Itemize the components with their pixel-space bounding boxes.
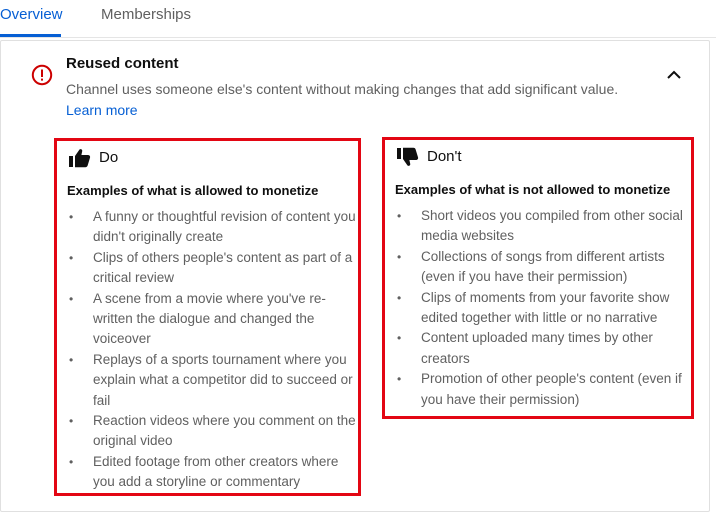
list-item: Content uploaded many times by other cre… [395, 328, 690, 369]
dont-list: Short videos you compiled from other soc… [395, 206, 690, 410]
list-item: Collections of songs from different arti… [395, 247, 690, 288]
do-header: Do [69, 147, 118, 169]
do-heading: Examples of what is allowed to monetize [67, 183, 319, 198]
tab-memberships[interactable]: Memberships [101, 6, 191, 24]
do-label: Do [99, 149, 119, 166]
active-tab-indicator [0, 34, 61, 37]
list-item: Reaction videos where you comment on the… [67, 411, 357, 452]
list-item: Short videos you compiled from other soc… [395, 206, 690, 247]
list-item: A scene from a movie where you've re-wri… [67, 289, 357, 350]
tab-overview[interactable]: Overview [0, 6, 63, 24]
dont-column: Don't Examples of what is not allowed to… [382, 137, 694, 419]
list-item: Promotion of other people's content (eve… [395, 369, 690, 410]
list-item: A funny or thoughtful revision of conten… [67, 207, 357, 248]
error-circle-icon [31, 64, 53, 86]
dont-label: Don't [427, 148, 462, 165]
section-title: Reused content [66, 55, 179, 72]
learn-more-link[interactable]: Learn more [66, 101, 138, 119]
tab-bar: Overview Memberships [0, 0, 716, 38]
chevron-up-icon[interactable] [660, 63, 688, 87]
dont-header: Don't [397, 146, 462, 168]
do-list: A funny or thoughtful revision of conten… [67, 207, 357, 493]
list-item: Clips of others people's content as part… [67, 248, 357, 289]
list-item: Replays of a sports tournament where you… [67, 350, 357, 411]
list-item: Edited footage from other creators where… [67, 452, 357, 493]
do-column: Do Examples of what is allowed to moneti… [54, 138, 361, 496]
thumbs-down-icon [397, 147, 419, 166]
list-item: Clips of moments from your favorite show… [395, 288, 690, 329]
thumbs-up-icon [69, 149, 91, 168]
dont-heading: Examples of what is not allowed to monet… [395, 182, 671, 197]
section-description: Channel uses someone else's content with… [66, 81, 619, 97]
